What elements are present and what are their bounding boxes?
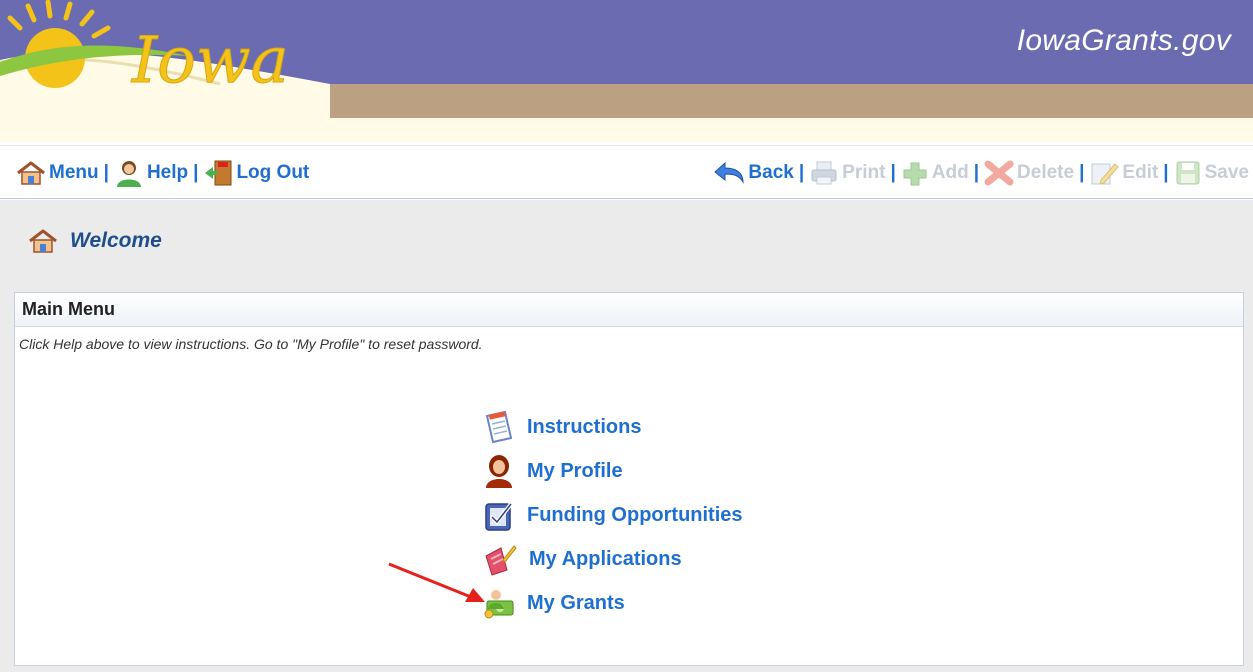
separator: | bbox=[103, 162, 109, 183]
main-menu-panel: Main Menu Click Help above to view instr… bbox=[14, 292, 1244, 666]
menu-item-label: My Applications bbox=[529, 547, 682, 570]
toolbar-right: Back | Print | Add | Delete | Edit | Sav… bbox=[713, 158, 1249, 188]
separator: | bbox=[890, 162, 896, 183]
separator: | bbox=[1163, 162, 1169, 183]
delete-x-icon bbox=[984, 160, 1014, 186]
help-button-label: Help bbox=[146, 162, 189, 183]
add-button[interactable]: Add bbox=[901, 160, 969, 186]
panel-title: Main Menu bbox=[22, 299, 115, 319]
house-icon bbox=[17, 161, 45, 185]
add-button-label: Add bbox=[931, 162, 969, 183]
grants-money-icon bbox=[484, 590, 514, 619]
save-button-label: Save bbox=[1204, 162, 1249, 183]
main-menu-list: Instructions My Profile Funding Opportun… bbox=[483, 405, 743, 625]
menu-item-instructions[interactable]: Instructions bbox=[483, 405, 743, 449]
menu-button-label: Menu bbox=[49, 162, 99, 183]
save-button[interactable]: Save bbox=[1174, 160, 1249, 186]
edit-button-label: Edit bbox=[1122, 162, 1159, 183]
document-icon bbox=[485, 410, 513, 444]
delete-button[interactable]: Delete bbox=[984, 160, 1074, 186]
site-header: Iowa IowaGrants.gov bbox=[0, 0, 1253, 142]
house-icon bbox=[29, 229, 57, 253]
menu-item-funding-opportunities[interactable]: Funding Opportunities bbox=[483, 493, 743, 537]
add-plus-icon bbox=[903, 162, 927, 186]
logout-button[interactable]: Log Out bbox=[203, 159, 309, 187]
separator: | bbox=[798, 162, 805, 183]
separator: | bbox=[973, 162, 980, 183]
delete-button-label: Delete bbox=[1017, 162, 1075, 183]
logout-button-label: Log Out bbox=[236, 162, 310, 183]
edit-pencil-icon bbox=[1091, 163, 1120, 185]
print-button[interactable]: Print bbox=[809, 160, 885, 186]
clipboard-check-icon bbox=[485, 502, 513, 531]
logo-text: Iowa bbox=[131, 24, 289, 98]
save-disk-icon bbox=[1176, 161, 1200, 185]
site-title: IowaGrants.gov bbox=[1016, 24, 1231, 57]
separator: | bbox=[1079, 162, 1085, 183]
menu-item-my-grants[interactable]: My Grants bbox=[483, 581, 743, 625]
exit-door-icon bbox=[205, 160, 232, 186]
toolbar-left: Menu | Help | Log Out bbox=[16, 158, 309, 188]
panel-header: Main Menu bbox=[15, 293, 1243, 327]
menu-item-my-applications[interactable]: My Applications bbox=[483, 537, 743, 581]
content-area: Welcome Main Menu Click Help above to vi… bbox=[0, 200, 1253, 672]
user-profile-icon bbox=[486, 455, 512, 488]
annotation-arrow-icon bbox=[388, 562, 485, 602]
print-button-label: Print bbox=[842, 162, 886, 183]
back-arrow-icon bbox=[714, 161, 744, 184]
toolbar: Menu | Help | Log Out Back | Print | Add… bbox=[0, 145, 1253, 199]
back-button[interactable]: Back bbox=[713, 160, 794, 186]
menu-button[interactable]: Menu bbox=[16, 160, 99, 186]
menu-item-label: My Profile bbox=[527, 459, 623, 482]
iowa-logo: Iowa bbox=[0, 0, 330, 142]
menu-item-label: Funding Opportunities bbox=[527, 503, 743, 526]
panel-instructions-note: Click Help above to view instructions. G… bbox=[19, 336, 483, 352]
help-button[interactable]: Help bbox=[114, 159, 188, 187]
page-heading: Welcome bbox=[28, 228, 162, 254]
menu-item-label: My Grants bbox=[527, 591, 625, 614]
back-button-label: Back bbox=[748, 162, 794, 183]
edit-button[interactable]: Edit bbox=[1089, 160, 1158, 186]
printer-icon bbox=[811, 161, 837, 185]
application-brush-icon bbox=[485, 545, 517, 576]
menu-item-label: Instructions bbox=[527, 415, 642, 438]
page-title: Welcome bbox=[70, 229, 162, 252]
menu-item-my-profile[interactable]: My Profile bbox=[483, 449, 743, 493]
person-help-icon bbox=[116, 161, 141, 187]
separator: | bbox=[193, 162, 199, 183]
